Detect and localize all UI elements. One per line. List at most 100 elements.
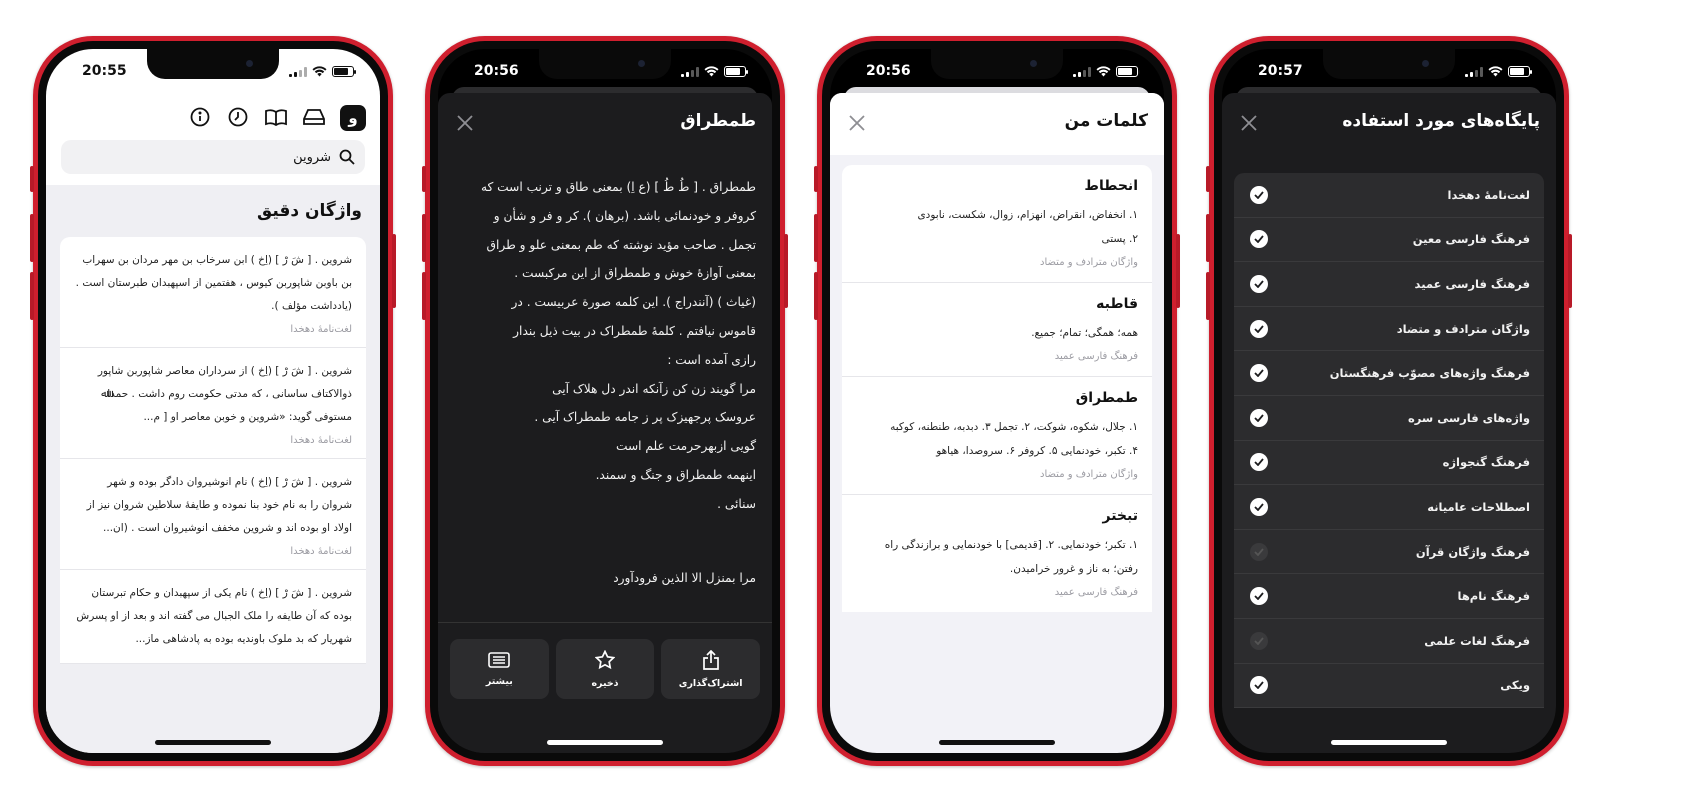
result-source: لغت‌نامهٔ دهخدا [290, 324, 352, 335]
notch [931, 49, 1063, 79]
word-list: انحطاط ۱. انخفاض، انقراض، انهزام، زوال، … [842, 165, 1152, 612]
checkmark-icon[interactable] [1250, 185, 1268, 204]
home-indicator [547, 740, 663, 745]
source-toggle-row[interactable]: فرهنگ فارسی عمید [1234, 262, 1544, 307]
status-time: 20:55 [82, 63, 127, 79]
results-area: واژگان دقیق شروین . [ شَ رْ ] (اِخ ) ابن… [46, 185, 380, 753]
more-icon [488, 651, 511, 668]
home-indicator [939, 740, 1055, 745]
notch [147, 49, 279, 79]
checkmark-icon[interactable] [1250, 274, 1268, 293]
source-toggle-row[interactable]: واژه‌های فارسی سره [1234, 396, 1544, 441]
checkmark-icon[interactable] [1250, 319, 1268, 338]
source-label: فرهنگ واژگان قرآن [1415, 544, 1530, 559]
save-button[interactable]: ذخیره [555, 639, 655, 699]
word-title: انحطاط [1084, 178, 1138, 194]
volume-up-button [422, 214, 426, 262]
phone-search-results: 20:55 و شروین واژگان دقیق شروین . [شَ ر… [30, 36, 396, 766]
definition-line: تجمل . صاحب مؤید نوشته که طم بمعنی علو و… [486, 237, 757, 252]
result-text: شروین . [ شَ رْ ] (اِخ ) نام یکی از سپهب… [76, 587, 352, 645]
list-item[interactable]: شروین . [ شَ رْ ] (اِخ ) از سرداران معاص… [60, 348, 366, 459]
source-toggle-row[interactable]: لغت‌نامهٔ دهخدا [1234, 173, 1544, 218]
checkmark-icon[interactable] [1250, 676, 1268, 695]
definition-line: بمعنی آوازهٔ خوش و طمطراق از این مرکبست … [514, 266, 756, 281]
source-toggle-row[interactable]: فرهنگ واژه‌های مصوّب فرهنگستان [1234, 351, 1544, 396]
volume-up-button [30, 214, 34, 262]
close-icon[interactable] [455, 113, 475, 133]
battery-icon [1508, 66, 1532, 77]
source-label: لغت‌نامهٔ دهخدا [1447, 187, 1530, 202]
source-toggle-row[interactable]: ویکی [1234, 664, 1544, 709]
list-item[interactable]: شروین . [ شَ رْ ] (اِخ ) نام یکی از سپهب… [60, 570, 366, 664]
result-source: لغت‌نامهٔ دهخدا [290, 435, 352, 446]
more-button[interactable]: بیشتر [449, 639, 549, 699]
phone-my-words: 20:56 کلمات من انحطاط ۱. انخفاض، انقراض،… [814, 36, 1180, 766]
word-source: فرهنگ فارسی عمید [1054, 587, 1138, 598]
power-button [1176, 234, 1180, 308]
list-item[interactable]: طمطراق ۱. جلال، شکوه، شوکت، ۲. تجمل ۳. د… [842, 377, 1152, 495]
close-icon[interactable] [847, 113, 867, 133]
share-button[interactable]: اشتراک‌گذاری [661, 639, 760, 699]
home-indicator [1331, 740, 1447, 745]
word-source: فرهنگ فارسی عمید [1054, 351, 1138, 362]
word-meaning: ۲. پستی [1101, 233, 1138, 245]
close-icon[interactable] [1239, 113, 1259, 133]
unchecked-icon[interactable] [1250, 542, 1268, 561]
result-text: شروین . [ شَ رْ ] (اِخ ) نام انوشیروان د… [86, 476, 352, 534]
list-item[interactable]: قاطبه همه؛ همگی؛ تمام؛ جمیع. فرهنگ فارسی… [842, 283, 1152, 377]
checkmark-icon[interactable] [1250, 408, 1268, 427]
search-icon [339, 149, 355, 165]
cellular-icon [681, 66, 699, 77]
checkmark-icon[interactable] [1250, 453, 1268, 472]
source-toggle-row[interactable]: واژگان مترادف و متضاد [1234, 307, 1544, 352]
source-toggle-row[interactable]: فرهنگ لغات علمی [1234, 619, 1544, 664]
mute-switch [1206, 166, 1210, 192]
wifi-icon [1488, 66, 1503, 77]
share-icon [702, 649, 719, 670]
source-toggle-row[interactable]: فرهنگ گنجواژه [1234, 441, 1544, 486]
battery-icon [332, 66, 356, 77]
mute-switch [422, 166, 426, 192]
definition-line: سنائی . [717, 496, 756, 511]
checkmark-icon[interactable] [1250, 230, 1268, 249]
list-item[interactable]: شروین . [ شَ رْ ] (اِخ ) نام انوشیروان د… [60, 459, 366, 570]
info-icon[interactable] [188, 105, 212, 129]
wifi-icon [1096, 66, 1111, 77]
word-meaning: همه؛ همگی؛ تمام؛ جمیع. [1031, 327, 1138, 339]
definition-line: طمطراق . [ طُ طُ ] (ع اِ) بمعنی طاق و تر… [480, 180, 756, 194]
power-button [392, 234, 396, 308]
definition-line: عروسک پرجهیزک پر ز جامه طمطراک آیی . [534, 410, 756, 425]
list-item[interactable]: انحطاط ۱. انخفاض، انقراض، انهزام، زوال، … [842, 165, 1152, 283]
definition-line: گویی ازبهرحرمت علم است [615, 439, 756, 454]
list-item[interactable]: شروین . [ شَ رْ ] (اِخ ) ابن سرخاب بن مه… [60, 237, 366, 348]
cellular-icon [1073, 66, 1091, 77]
search-bar[interactable]: شروین [61, 140, 365, 174]
word-meaning: ۱. جلال، شکوه، شوکت، ۲. تجمل ۳. دبدبه، ط… [890, 421, 1138, 433]
unchecked-icon[interactable] [1250, 631, 1268, 650]
book-icon[interactable] [264, 105, 288, 129]
volume-down-button [814, 272, 818, 320]
sheet-header: کلمات من [830, 93, 1164, 155]
source-toggle-row[interactable]: فرهنگ واژگان قرآن [1234, 530, 1544, 575]
sources-sheet: پایگاه‌های مورد استفاده لغت‌نامهٔ دهخدا ف… [1222, 93, 1556, 753]
source-toggle-row[interactable]: فرهنگ فارسی معین [1234, 218, 1544, 263]
app-logo-icon[interactable]: و [340, 105, 366, 131]
definition-sheet: طمطراق طمطراق . [ طُ طُ ] (ع اِ) بمعنی ط… [438, 93, 772, 753]
list-item[interactable]: تبختر ۱. تکبر؛ خودنمایی. ۲. [قدیمی] با خ… [842, 495, 1152, 612]
word-meaning: ۴. تکبر، خودنمایی ۵. کروفر ۶. سروصدا، هی… [936, 445, 1138, 457]
battery-icon [1116, 66, 1140, 77]
source-toggle-row[interactable]: فرهنگ نام‌ها [1234, 574, 1544, 619]
history-icon[interactable] [226, 105, 250, 129]
source-toggle-row[interactable]: اصطلاحات عامیانه [1234, 485, 1544, 530]
definition-text: طمطراق . [ طُ طُ ] (ع اِ) بمعنی طاق و تر… [454, 173, 756, 519]
source-label: اصطلاحات عامیانه [1427, 499, 1530, 514]
checkmark-icon[interactable] [1250, 364, 1268, 383]
phone-word-definition: 20:56 طمطراق طمطراق . [ طُ طُ ] (ع اِ) ب… [422, 36, 788, 766]
volume-up-button [814, 214, 818, 262]
definition-line: اینهمه طمطراق و جنگ و سمند. [595, 467, 756, 482]
drawer-icon[interactable] [302, 105, 326, 129]
search-input[interactable]: شروین [293, 150, 331, 165]
checkmark-icon[interactable] [1250, 587, 1268, 606]
checkmark-icon[interactable] [1250, 497, 1268, 516]
volume-down-button [422, 272, 426, 320]
